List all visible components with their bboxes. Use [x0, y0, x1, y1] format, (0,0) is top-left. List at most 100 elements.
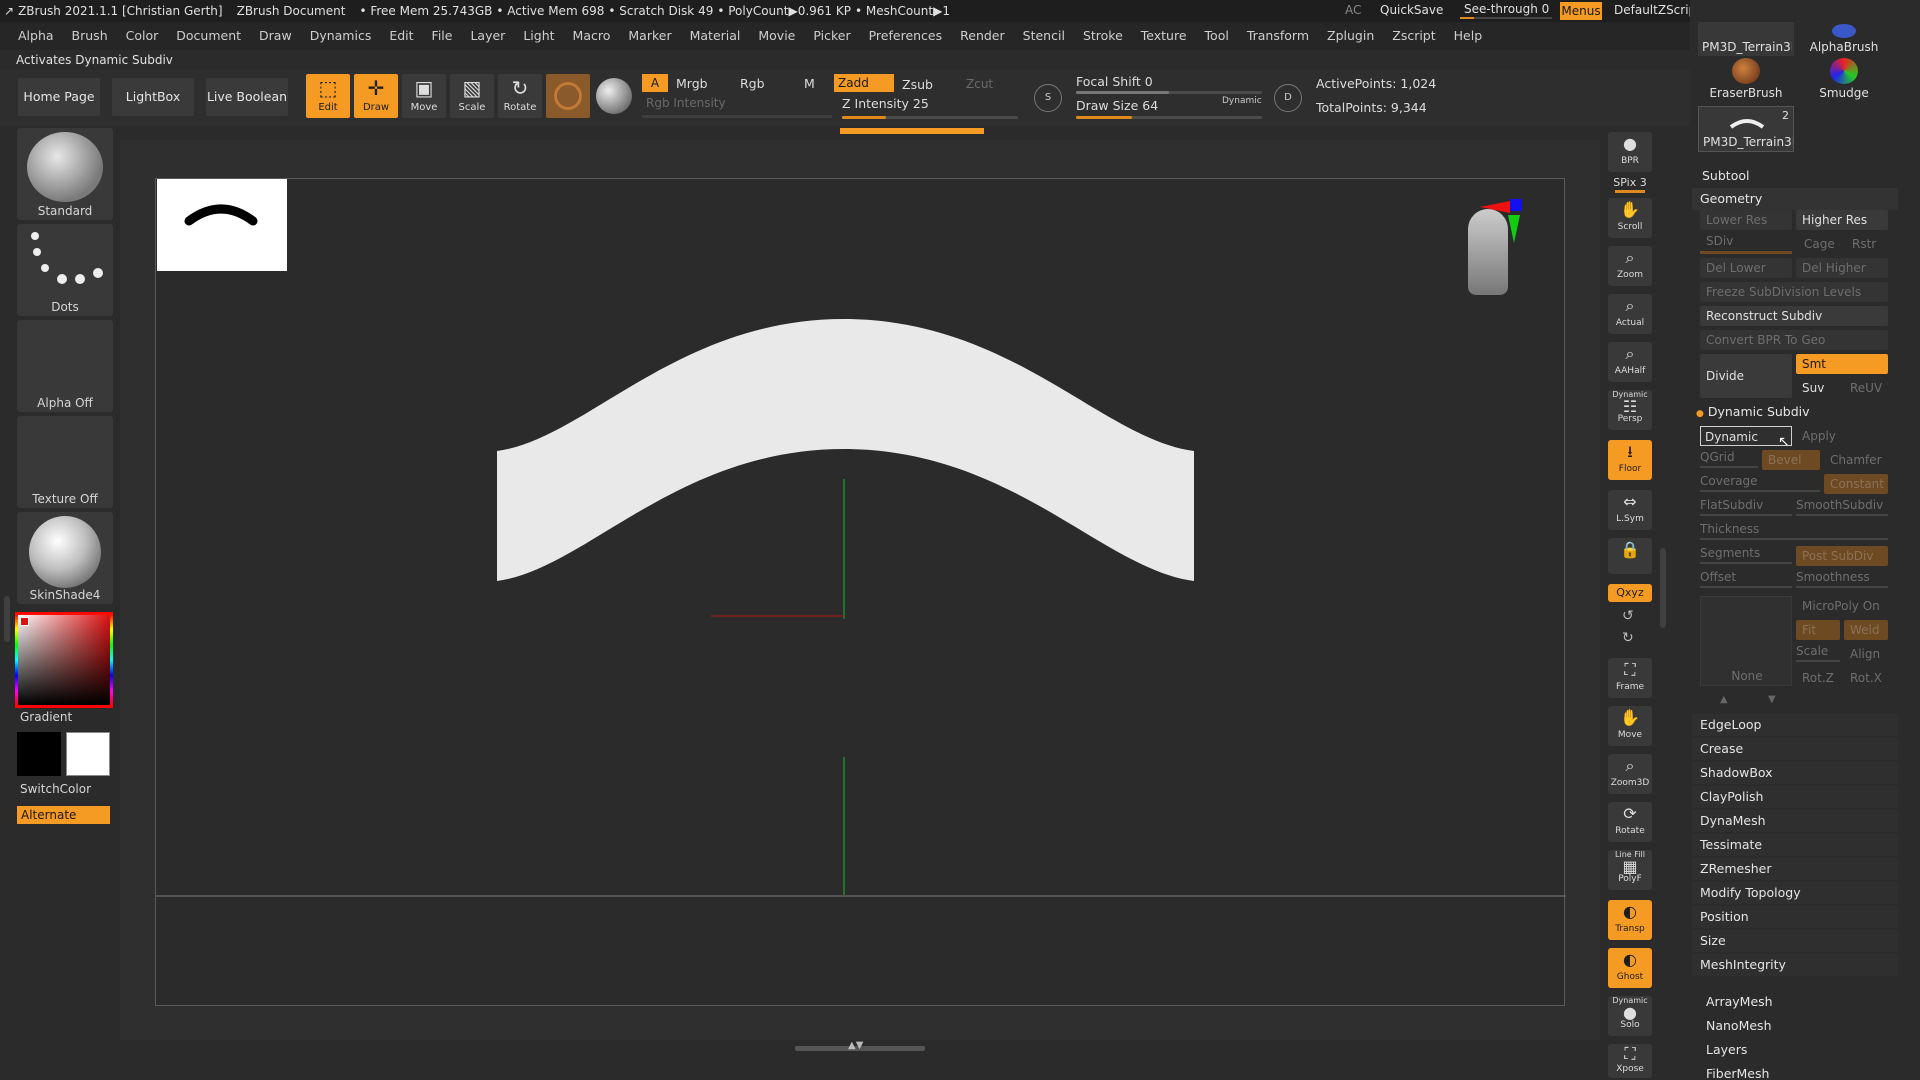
divide-button[interactable]: Divide	[1700, 354, 1792, 398]
m-toggle[interactable]: M	[804, 76, 815, 91]
lower-res-button[interactable]: Lower Res	[1700, 210, 1792, 230]
section-shadowbox[interactable]: ShadowBox	[1692, 762, 1898, 784]
menu-zscript[interactable]: Zscript	[1392, 22, 1435, 50]
convert-bpr-button[interactable]: Convert BPR To Geo	[1700, 330, 1888, 350]
rotz-button[interactable]: Rot.Z	[1796, 668, 1840, 688]
rstr-button[interactable]: Rstr	[1846, 234, 1890, 254]
chamfer-toggle[interactable]: Chamfer	[1824, 450, 1888, 470]
thickness-slider[interactable]: Thickness	[1700, 522, 1888, 542]
rotate-axis-2-icon[interactable]: ↻	[1622, 630, 1634, 646]
reuv-button[interactable]: ReUV	[1844, 378, 1888, 398]
material-selector[interactable]: SkinShade4	[17, 512, 113, 604]
menu-texture[interactable]: Texture	[1141, 22, 1187, 50]
a-toggle[interactable]: A	[642, 74, 668, 92]
section-fibermesh[interactable]: FiberMesh	[1692, 1062, 1898, 1080]
transp-button[interactable]: ◐ Transp	[1608, 900, 1652, 940]
live-boolean-tab[interactable]: Live Boolean	[206, 78, 288, 116]
menu-marker[interactable]: Marker	[628, 22, 671, 50]
zsub-toggle[interactable]: Zsub	[902, 77, 933, 92]
menu-tool[interactable]: Tool	[1205, 22, 1229, 50]
menu-material[interactable]: Material	[690, 22, 741, 50]
mrgb-toggle[interactable]: Mrgb	[676, 76, 708, 91]
qgrid-slider[interactable]: QGrid	[1700, 450, 1758, 470]
sdiv-slider[interactable]: SDiv	[1700, 234, 1792, 254]
freeze-subdiv-button[interactable]: Freeze SubDivision Levels	[1700, 282, 1888, 302]
menu-file[interactable]: File	[432, 22, 453, 50]
menu-zplugin[interactable]: Zplugin	[1327, 22, 1374, 50]
focal-shift-slider[interactable]: Focal Shift 0	[1076, 74, 1262, 94]
section-nanomesh[interactable]: NanoMesh	[1692, 1014, 1898, 1038]
menu-picker[interactable]: Picker	[813, 22, 850, 50]
head-orientation-gizmo[interactable]	[1464, 199, 1522, 297]
menu-dynamics[interactable]: Dynamics	[310, 22, 372, 50]
draw-button[interactable]: ✛ Draw	[354, 74, 398, 118]
xpose-button[interactable]: ⛶ Xpose	[1608, 1044, 1652, 1078]
fit-toggle[interactable]: Fit	[1796, 620, 1840, 640]
switchcolor-button[interactable]: SwitchColor	[20, 782, 91, 796]
spix-slider[interactable]: SPix 3	[1608, 176, 1652, 194]
brush-thumb-terrain-selected[interactable]: 2 PM3D_Terrain3D	[1698, 106, 1794, 152]
menu-render[interactable]: Render	[960, 22, 1005, 50]
gradient-label[interactable]: Gradient	[20, 710, 72, 724]
floor-button[interactable]: ⭳ Floor	[1608, 440, 1652, 480]
constant-toggle[interactable]: Constant	[1824, 474, 1888, 494]
aahalf-button[interactable]: ⌕ AAHalf	[1608, 342, 1652, 382]
menu-brush[interactable]: Brush	[72, 22, 108, 50]
ghost-button[interactable]: ◐ Ghost	[1608, 948, 1652, 988]
menu-transform[interactable]: Transform	[1247, 22, 1309, 50]
subtool-section[interactable]: Subtool	[1698, 164, 1904, 188]
rgb-intensity-slider[interactable]: Rgb Intensity	[642, 96, 832, 120]
flatsubdiv-slider[interactable]: FlatSubdiv	[1700, 498, 1792, 518]
section-position[interactable]: Position	[1692, 906, 1898, 928]
section-size[interactable]: Size	[1692, 930, 1898, 952]
brush-thumb-eraser[interactable]: EraserBrush	[1698, 58, 1794, 102]
bevel-toggle[interactable]: Bevel	[1762, 450, 1820, 470]
smoothsubdiv-slider[interactable]: SmoothSubdiv	[1796, 498, 1888, 518]
section-arraymesh[interactable]: ArrayMesh	[1692, 990, 1898, 1014]
dynamic-subdiv-section[interactable]: ● Dynamic Subdiv	[1696, 404, 1896, 424]
smt-toggle[interactable]: Smt	[1796, 354, 1888, 374]
rotate-button[interactable]: ↻ Rotate	[498, 74, 542, 118]
secondary-color-swatch[interactable]	[17, 732, 61, 776]
ac-label[interactable]: AC	[1345, 3, 1361, 17]
actual-button[interactable]: ⌕ Actual	[1608, 294, 1652, 334]
menu-document[interactable]: Document	[176, 22, 241, 50]
apply-button[interactable]: Apply	[1796, 426, 1888, 446]
offset-slider[interactable]: Offset	[1700, 570, 1792, 590]
menu-preferences[interactable]: Preferences	[869, 22, 943, 50]
zoom-button[interactable]: ⌕ Zoom	[1608, 246, 1652, 286]
geometry-section[interactable]: Geometry	[1692, 188, 1898, 210]
rotate-view-button[interactable]: ⟳ Rotate	[1608, 802, 1652, 842]
section-zremesher[interactable]: ZRemesher	[1692, 858, 1898, 880]
seethrough-slider[interactable]: See-through 0	[1460, 2, 1552, 20]
lazy-icon[interactable]: D	[1274, 84, 1302, 112]
polyf-button[interactable]: Line Fill ▦ PolyF	[1608, 850, 1652, 890]
suv-toggle[interactable]: Suv	[1796, 378, 1840, 398]
home-page-tab[interactable]: Home Page	[18, 78, 100, 116]
default-zscript-button[interactable]: DefaultZScript	[1614, 3, 1701, 17]
higher-res-button[interactable]: Higher Res	[1796, 210, 1888, 230]
frame-button[interactable]: ⛶ Frame	[1608, 658, 1652, 698]
coverage-slider[interactable]: Coverage	[1700, 474, 1820, 494]
rotx-button[interactable]: Rot.X	[1844, 668, 1888, 688]
segments-slider[interactable]: Segments	[1700, 546, 1792, 566]
menu-draw[interactable]: Draw	[259, 22, 292, 50]
section-tessimate[interactable]: Tessimate	[1692, 834, 1898, 856]
shading-toggle[interactable]	[596, 78, 632, 114]
reconstruct-subdiv-button[interactable]: Reconstruct Subdiv	[1700, 306, 1888, 326]
menu-edit[interactable]: Edit	[389, 22, 413, 50]
weld-toggle[interactable]: Weld	[1844, 620, 1888, 640]
micropoly-prev-icon[interactable]: ▲	[1720, 694, 1728, 705]
move-view-button[interactable]: ✋ Move	[1608, 706, 1652, 746]
alternate-button[interactable]: Alternate	[17, 806, 110, 824]
z-intensity-slider[interactable]: Z Intensity 25	[842, 96, 1018, 126]
bottom-shelf-arrows-icon[interactable]: ▲▼	[848, 1040, 863, 1051]
section-claypolish[interactable]: ClayPolish	[1692, 786, 1898, 808]
focal-shift-icon[interactable]: S	[1034, 84, 1062, 112]
scroll-button[interactable]: ✋ Scroll	[1608, 198, 1652, 238]
cage-button[interactable]: Cage	[1798, 234, 1842, 254]
brush-thumb-smudge[interactable]: Smudge	[1796, 58, 1892, 102]
zadd-toggle[interactable]: Zadd	[834, 74, 894, 92]
primary-color-swatch[interactable]	[66, 732, 110, 776]
lightbox-tab[interactable]: LightBox	[112, 78, 194, 116]
